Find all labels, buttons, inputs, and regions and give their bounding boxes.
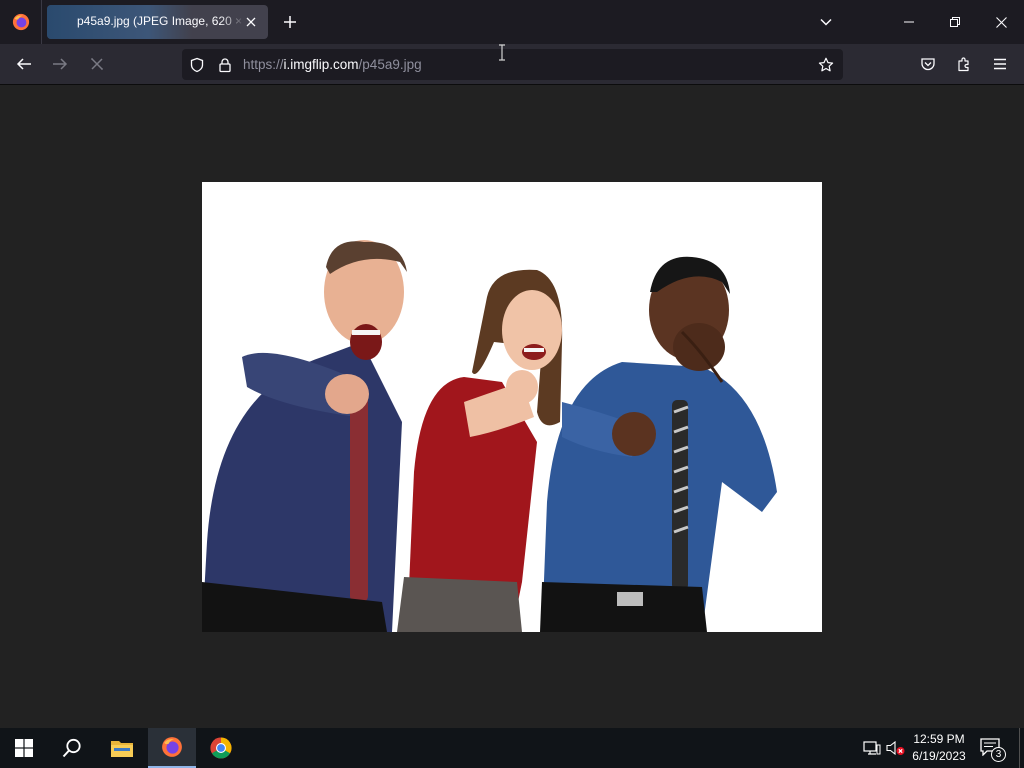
displayed-image[interactable] <box>202 182 822 632</box>
arrow-right-icon <box>53 58 68 70</box>
firefox-taskbar-button[interactable] <box>148 728 196 768</box>
close-window-button[interactable] <box>978 0 1024 44</box>
close-icon <box>246 17 256 27</box>
restore-icon <box>950 17 960 27</box>
plus-icon <box>284 16 296 28</box>
text-cursor-icon <box>499 44 505 61</box>
firefox-menu-button[interactable] <box>0 0 42 44</box>
arrow-left-icon <box>16 58 31 70</box>
minimize-icon <box>904 21 914 23</box>
tracking-protection-shield-icon[interactable] <box>187 55 207 75</box>
windows-logo-icon <box>15 739 33 757</box>
restore-button[interactable] <box>932 0 978 44</box>
system-clock[interactable]: 12:59 PM 6/19/2023 <box>906 731 972 765</box>
show-desktop-button[interactable] <box>1019 728 1024 768</box>
clock-time: 12:59 PM <box>913 732 965 746</box>
notification-count-badge: 3 <box>991 747 1006 762</box>
url-host: i.imgflip.com <box>283 57 359 72</box>
action-center-button[interactable]: 3 <box>978 736 1006 762</box>
bookmark-star-icon[interactable] <box>816 55 836 75</box>
close-icon <box>995 16 1007 28</box>
extensions-button[interactable] <box>949 50 979 78</box>
network-icon[interactable] <box>862 738 882 758</box>
image-viewer <box>0 85 1024 728</box>
stop-loading-button[interactable] <box>82 50 112 78</box>
tab-close-button[interactable] <box>242 13 260 31</box>
tab-active[interactable]: p45a9.jpg (JPEG Image, 620 × 450 pixels) <box>47 5 268 39</box>
puzzle-piece-icon <box>958 57 969 72</box>
chrome-logo-icon <box>210 737 232 759</box>
forward-button[interactable] <box>45 50 75 78</box>
tab-title: p45a9.jpg (JPEG Image, 620 × 450 pixels) <box>77 14 245 28</box>
windows-taskbar: 12:59 PM 6/19/2023 3 <box>0 728 1024 768</box>
app-menu-button[interactable] <box>985 50 1015 78</box>
start-button[interactable] <box>0 728 48 768</box>
navigation-toolbar: https://i.imgflip.com/p45a9.jpg <box>0 44 1024 85</box>
chevron-down-icon <box>820 18 832 26</box>
stop-icon <box>91 58 103 70</box>
list-all-tabs-button[interactable] <box>814 10 838 34</box>
search-icon <box>62 738 81 758</box>
pocket-button[interactable] <box>913 50 943 78</box>
firefox-logo-icon <box>162 737 182 757</box>
address-bar[interactable]: https://i.imgflip.com/p45a9.jpg <box>182 49 843 80</box>
speaker-muted-icon[interactable] <box>886 738 906 758</box>
back-button[interactable] <box>9 50 39 78</box>
new-tab-button[interactable] <box>278 10 302 34</box>
folder-icon <box>111 741 133 757</box>
clock-date: 6/19/2023 <box>912 749 966 763</box>
url-text[interactable]: https://i.imgflip.com/p45a9.jpg <box>243 57 422 72</box>
photo-three-people-pointing <box>202 182 822 632</box>
hamburger-menu-icon <box>994 58 1006 70</box>
pocket-icon <box>921 58 935 71</box>
url-scheme: https:// <box>243 57 284 72</box>
chrome-taskbar-button[interactable] <box>197 728 245 768</box>
tab-strip: p45a9.jpg (JPEG Image, 620 × 450 pixels) <box>0 0 1024 44</box>
url-path: /p45a9.jpg <box>358 57 422 72</box>
firefox-logo-icon <box>12 13 29 31</box>
minimize-button[interactable] <box>886 0 932 44</box>
file-explorer-button[interactable] <box>98 728 146 768</box>
search-button[interactable] <box>48 728 96 768</box>
padlock-icon[interactable] <box>215 55 235 75</box>
